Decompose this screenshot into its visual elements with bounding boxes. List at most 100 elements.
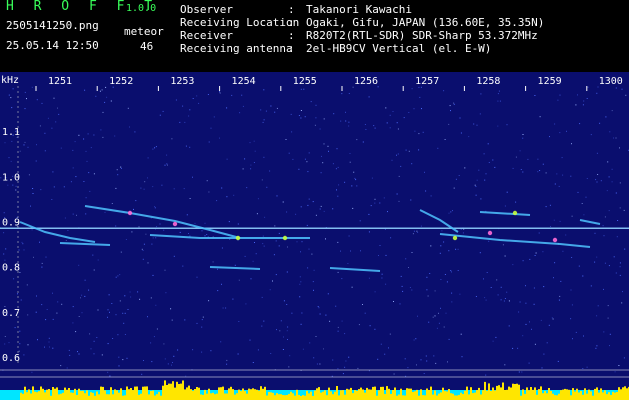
noise-dot <box>80 297 81 299</box>
level-bar <box>314 390 316 400</box>
level-bar <box>560 390 562 400</box>
noise-dot <box>74 141 76 143</box>
level-bar <box>384 394 386 400</box>
noise-dot <box>116 169 118 171</box>
noise-dot <box>72 167 74 169</box>
level-bar <box>452 393 454 400</box>
noise-dot <box>99 90 101 92</box>
noise-dot <box>21 241 23 243</box>
noise-dot <box>88 289 90 291</box>
noise-dot <box>388 347 389 349</box>
noise-dot <box>48 337 50 339</box>
noise-dot <box>252 260 254 262</box>
noise-dot <box>438 322 440 324</box>
noise-dot <box>518 371 520 373</box>
noise-dot <box>250 168 252 170</box>
noise-dot <box>557 360 559 362</box>
noise-dot <box>3 212 5 214</box>
level-bar <box>602 392 604 400</box>
noise-dot <box>117 275 119 277</box>
noise-dot <box>141 373 143 375</box>
noise-dot <box>486 272 488 273</box>
noise-dot <box>84 295 86 297</box>
noise-dot <box>368 277 370 279</box>
noise-dot <box>325 314 327 316</box>
noise-dot <box>41 304 43 306</box>
level-bar <box>126 386 128 400</box>
noise-dot <box>244 255 246 257</box>
noise-dot <box>335 305 337 307</box>
noise-dot <box>527 158 529 160</box>
level-bar <box>298 394 300 400</box>
noise-dot <box>164 358 166 360</box>
noise-dot <box>219 137 220 139</box>
level-bar <box>144 386 146 400</box>
noise-dot <box>201 326 203 328</box>
noise-dot <box>104 211 106 213</box>
noise-dot <box>351 185 353 187</box>
level-bar <box>188 385 190 400</box>
level-bar <box>60 393 62 400</box>
noise-dot <box>521 371 523 373</box>
noise-dot <box>492 159 494 161</box>
level-bar <box>180 383 182 400</box>
noise-dot <box>380 343 382 345</box>
noise-dot <box>420 359 422 361</box>
noise-dot <box>462 232 464 234</box>
noise-dot <box>41 262 43 264</box>
level-bar <box>136 386 138 400</box>
noise-dot <box>384 353 386 355</box>
noise-dot <box>56 312 58 314</box>
noise-dot <box>349 153 351 154</box>
noise-dot <box>545 172 547 174</box>
level-bar <box>552 393 554 400</box>
noise-dot <box>542 163 544 165</box>
noise-dot <box>185 145 187 147</box>
noise-dot <box>188 115 190 117</box>
noise-dot <box>374 328 376 330</box>
noise-dot <box>500 286 502 288</box>
noise-dot <box>210 127 212 129</box>
noise-dot <box>582 368 584 369</box>
noise-dot <box>81 312 83 314</box>
noise-dot <box>413 339 415 341</box>
noise-dot <box>282 201 284 203</box>
noise-dot <box>298 115 300 116</box>
noise-dot <box>129 126 130 128</box>
noise-dot <box>85 197 87 199</box>
noise-dot <box>392 111 394 112</box>
noise-dot <box>300 110 302 111</box>
noise-dot <box>262 243 264 245</box>
noise-dot <box>519 301 521 303</box>
level-bar <box>594 388 596 400</box>
noise-dot <box>603 235 605 237</box>
noise-dot <box>107 316 108 318</box>
noise-dot <box>594 261 596 263</box>
noise-dot <box>457 248 459 250</box>
level-bar <box>46 389 48 400</box>
noise-dot <box>140 187 142 189</box>
noise-dot <box>389 127 391 129</box>
noise-dot <box>119 300 121 302</box>
noise-dot <box>421 108 422 110</box>
level-bar <box>366 387 368 400</box>
level-bar <box>52 387 54 400</box>
noise-dot <box>192 98 194 99</box>
noise-dot <box>596 256 598 258</box>
level-bar <box>352 393 354 400</box>
x-tick-label: 1258 <box>476 76 500 87</box>
noise-dot <box>566 130 567 132</box>
noise-dot <box>539 116 541 118</box>
noise-dot <box>47 117 49 119</box>
noise-dot <box>123 322 125 324</box>
noise-dot <box>117 334 119 336</box>
noise-dot <box>426 360 428 362</box>
noise-dot <box>405 258 407 260</box>
noise-dot <box>587 86 589 88</box>
noise-dot <box>480 93 482 95</box>
noise-dot <box>374 198 376 200</box>
noise-dot <box>109 311 110 313</box>
noise-dot <box>13 278 15 280</box>
level-bar <box>280 394 282 400</box>
noise-dot <box>546 342 548 344</box>
